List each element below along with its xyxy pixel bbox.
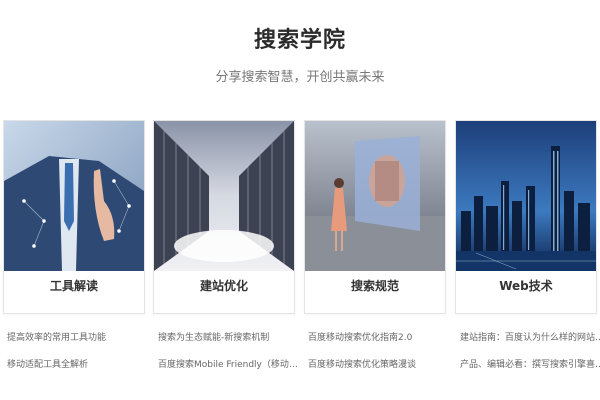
card-grid: 工具解读 建站优化 搜索规范 Web技术 提高效率的常用工具功能 移动适配工具全… bbox=[0, 120, 600, 400]
article-link[interactable]: 百度移动搜索优化指南2.0 bbox=[308, 332, 454, 345]
card-site-optimization[interactable]: 建站优化 bbox=[153, 120, 295, 314]
card-label[interactable]: Web技术 bbox=[456, 277, 596, 294]
page-subtitle: 分享搜索智慧，开创共赢未来 bbox=[215, 70, 385, 85]
card-links-site-optimization: 搜索为生态赋能-新搜索机制 百度搜索Mobile Friendly（移动友好度）… bbox=[158, 332, 308, 386]
article-link[interactable]: 百度移动搜索优化策略漫谈 bbox=[308, 359, 454, 372]
page-title: 搜索学院 bbox=[253, 28, 346, 53]
article-link[interactable]: 产品、编辑必看：撰写搜索引擎喜爱的... bbox=[460, 359, 600, 372]
card-image-server-corridor[interactable] bbox=[154, 121, 294, 271]
card-links-web-technology: 建站指南：百度认为什么样的网站更有... 产品、编辑必看：撰写搜索引擎喜爱的..… bbox=[460, 332, 600, 386]
article-link[interactable]: 建站指南：百度认为什么样的网站更有... bbox=[460, 332, 600, 345]
card-links-search-standards: 百度移动搜索优化指南2.0 百度移动搜索优化策略漫谈 bbox=[308, 332, 458, 386]
card-label[interactable]: 搜索规范 bbox=[305, 277, 445, 294]
card-image-woman-hologram[interactable] bbox=[305, 121, 445, 271]
card-image-business-man[interactable] bbox=[4, 121, 144, 271]
card-label[interactable]: 建站优化 bbox=[154, 277, 294, 294]
card-search-standards[interactable]: 搜索规范 bbox=[304, 120, 446, 314]
card-web-technology[interactable]: Web技术 bbox=[455, 120, 597, 314]
card-label[interactable]: 工具解读 bbox=[4, 277, 144, 294]
article-link[interactable]: 搜索为生态赋能-新搜索机制 bbox=[158, 332, 304, 345]
article-link[interactable]: 移动适配工具全解析 bbox=[7, 359, 153, 372]
card-tools[interactable]: 工具解读 bbox=[3, 120, 145, 314]
article-link[interactable]: 百度搜索Mobile Friendly（移动友好度）... bbox=[158, 359, 304, 372]
card-links-tools: 提高效率的常用工具功能 移动适配工具全解析 bbox=[7, 332, 157, 386]
card-image-city-skyline[interactable] bbox=[456, 121, 596, 271]
article-link[interactable]: 提高效率的常用工具功能 bbox=[7, 332, 153, 345]
